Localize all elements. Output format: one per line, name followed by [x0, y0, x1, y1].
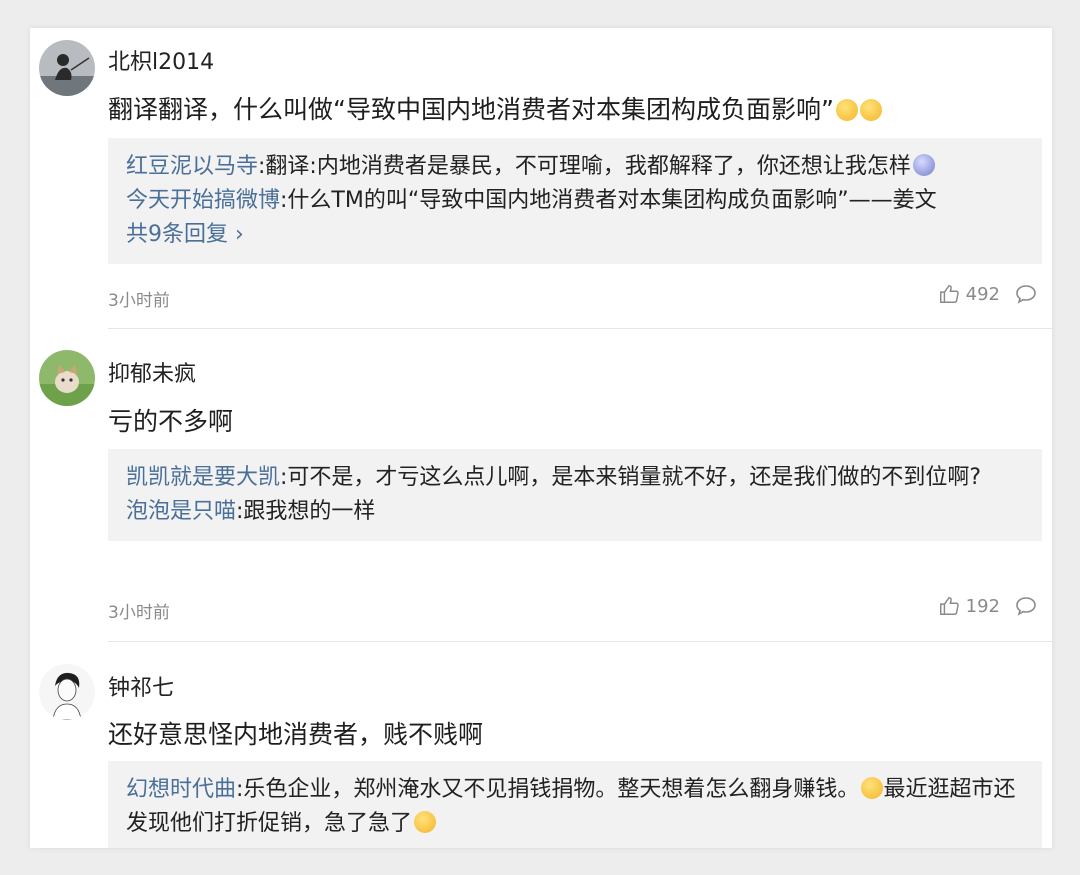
reply-author[interactable]: 凯凯就是要大凯 — [126, 465, 280, 490]
more-replies-link[interactable]: 共9条回复 › — [126, 218, 1024, 252]
thumbs-up-icon — [939, 285, 959, 303]
comment-list: 北枳l2014 翻译翻译，什么叫做“导致中国内地消费者对本集团构成负面影响” 红… — [30, 28, 1052, 848]
reply-box: 红豆泥以马寺:翻译:内地消费者是暴民，不可理喻，我都解释了，你还想让我怎样 今天… — [108, 138, 1042, 264]
smirk-emoji — [835, 99, 858, 121]
reply-item: 今天开始搞微博:什么TM的叫“导致中国内地消费者对本集团构成负面影响”——姜文 — [126, 184, 1024, 218]
comment-actions: 192 — [938, 594, 1038, 618]
reply-text: :乐色企业，郑州淹水又不见捐钱捐物。整天想着怎么翻身赚钱。 — [236, 777, 860, 802]
dizzy-face-emoji — [912, 154, 935, 176]
reply-author[interactable]: 今天开始搞微博 — [126, 188, 280, 213]
chevron-right-icon: › — [228, 222, 244, 247]
timestamp: 3小时前 — [108, 291, 170, 311]
reply-text: :翻译:内地消费者是暴民，不可理喻，我都解释了，你还想让我怎样 — [258, 154, 911, 179]
comment-item: 北枳l2014 翻译翻译，什么叫做“导致中国内地消费者对本集团构成负面影响” 红… — [30, 28, 1052, 329]
reply-item: 凯凯就是要大凯:可不是，才亏这么点儿啊，是本来销量就不好，还是我们做的不到位啊? — [126, 461, 1024, 495]
reply-box: 幻想时代曲:乐色企业，郑州淹水又不见捐钱捐物。整天想着怎么翻身赚钱。 最近逛超市还… — [108, 761, 1042, 848]
username[interactable]: 钟祁七 — [108, 670, 174, 702]
comment-actions: 492 — [938, 282, 1038, 306]
comment-item: 钟祁七 还好意思怪内地消费者，贱不贱啊 幻想时代曲:乐色企业，郑州淹水又不见捐钱… — [30, 642, 1052, 848]
comment-text: 还好意思怪内地消费者，贱不贱啊 — [108, 720, 484, 749]
like-button[interactable]: 192 — [938, 595, 1000, 617]
reply-item: 红豆泥以马寺:翻译:内地消费者是暴民，不可理喻，我都解释了，你还想让我怎样 — [126, 150, 1024, 184]
comment-icon[interactable] — [1014, 282, 1038, 306]
comment-text: 翻译翻译，什么叫做“导致中国内地消费者对本集团构成负面影响” — [108, 90, 882, 126]
timestamp: 3小时前 — [108, 603, 170, 623]
laugh-emoji — [861, 777, 884, 799]
smirk-emoji — [859, 99, 882, 121]
reply-author[interactable]: 幻想时代曲 — [126, 777, 236, 802]
like-button[interactable]: 492 — [938, 283, 1000, 305]
reply-author[interactable]: 红豆泥以马寺 — [126, 154, 258, 179]
reply-item: 幻想时代曲:乐色企业，郑州淹水又不见捐钱捐物。整天想着怎么翻身赚钱。 最近逛超市还… — [126, 773, 1024, 841]
avatar[interactable] — [39, 40, 95, 96]
like-count: 192 — [965, 595, 1000, 617]
avatar[interactable] — [39, 350, 95, 406]
reply-box: 凯凯就是要大凯:可不是，才亏这么点儿啊，是本来销量就不好，还是我们做的不到位啊?… — [108, 449, 1042, 541]
username[interactable]: 北枳l2014 — [108, 44, 214, 76]
thumbs-up-icon — [939, 597, 959, 615]
reply-text: :可不是，才亏这么点儿啊，是本来销量就不好，还是我们做的不到位啊? — [280, 465, 982, 490]
reply-item: 泡泡是只喵:跟我想的一样 — [126, 495, 1024, 529]
comment-item: 抑郁未疯 亏的不多啊 凯凯就是要大凯:可不是，才亏这么点儿啊，是本来销量就不好，… — [30, 329, 1052, 642]
reply-text: :什么TM的叫“导致中国内地消费者对本集团构成负面影响”——姜文 — [280, 188, 937, 213]
reply-text: :跟我想的一样 — [236, 499, 376, 524]
avatar[interactable] — [39, 664, 95, 720]
comment-icon[interactable] — [1014, 594, 1038, 618]
reply-author[interactable]: 泡泡是只喵 — [126, 499, 236, 524]
like-count: 492 — [965, 283, 1000, 305]
comment-text: 亏的不多啊 — [108, 407, 234, 436]
username[interactable]: 抑郁未疯 — [108, 356, 196, 388]
smile-emoji — [414, 811, 437, 833]
